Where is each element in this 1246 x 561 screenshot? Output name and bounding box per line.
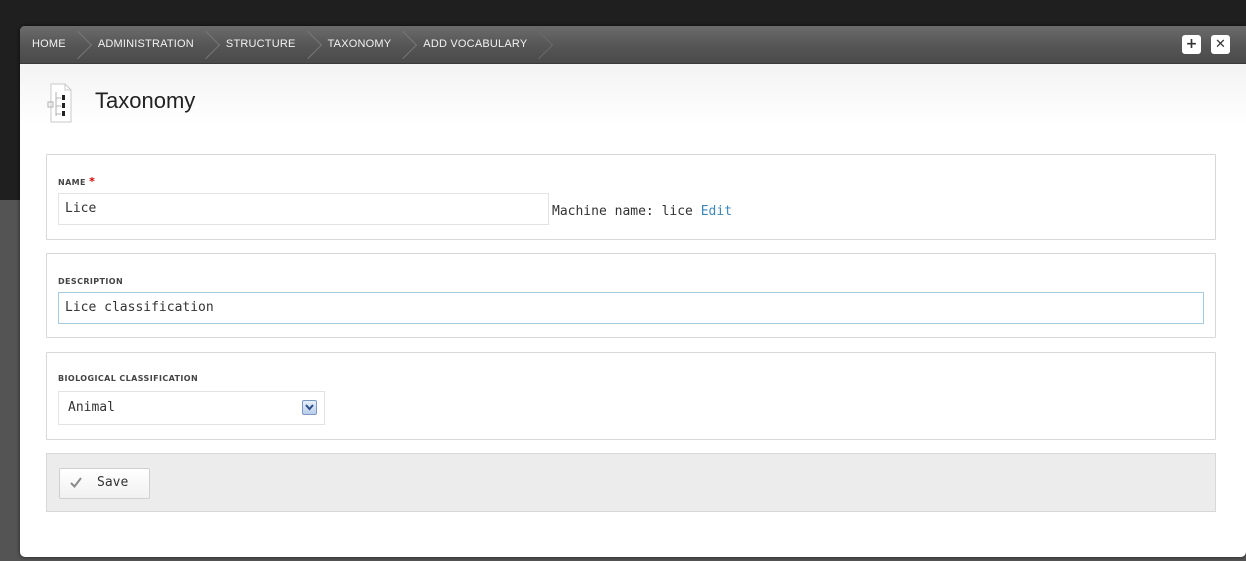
- description-field-value: Lice classification: [65, 300, 214, 315]
- machine-name: Machine name: lice Edit: [552, 204, 732, 219]
- breadcrumb-toolbar: HOME ADMINISTRATION STRUCTURE TAXONOMY A…: [20, 26, 1246, 64]
- machine-name-text: Machine name: lice: [552, 204, 693, 219]
- breadcrumb: HOME ADMINISTRATION STRUCTURE TAXONOMY A…: [20, 26, 547, 63]
- page-header: [20, 64, 1246, 124]
- classification-fieldset: BIOLOGICAL CLASSIFICATION Animal: [46, 352, 1216, 440]
- name-label-text: NAME: [58, 178, 86, 187]
- classification-label: BIOLOGICAL CLASSIFICATION: [58, 374, 199, 383]
- description-label: DESCRIPTION: [58, 277, 124, 286]
- overlay-dialog: HOME ADMINISTRATION STRUCTURE TAXONOMY A…: [20, 26, 1246, 557]
- description-fieldset: DESCRIPTION Lice classification: [46, 253, 1216, 338]
- taxonomy-tree-icon: [47, 83, 72, 123]
- name-field-value: Lice: [65, 201, 97, 216]
- checkmark-icon: [70, 477, 82, 488]
- close-icon[interactable]: ✕: [1211, 35, 1230, 54]
- breadcrumb-structure[interactable]: STRUCTURE: [214, 26, 316, 63]
- page-title: Taxonomy: [95, 88, 196, 113]
- name-label: NAME *: [58, 175, 95, 188]
- save-button[interactable]: Save: [59, 468, 150, 499]
- required-marker: *: [89, 175, 96, 188]
- breadcrumb-add-vocabulary[interactable]: ADD VOCABULARY: [411, 26, 547, 63]
- form-actions: Save: [46, 453, 1216, 512]
- breadcrumb-taxonomy[interactable]: TAXONOMY: [316, 26, 412, 63]
- plus-icon[interactable]: +: [1182, 35, 1201, 54]
- breadcrumb-administration[interactable]: ADMINISTRATION: [86, 26, 214, 63]
- name-fieldset: NAME * Lice Machine name: lice Edit: [46, 154, 1216, 240]
- chevron-down-icon[interactable]: [302, 400, 317, 415]
- name-field[interactable]: Lice: [58, 193, 549, 225]
- machine-name-edit-link[interactable]: Edit: [701, 204, 732, 219]
- description-field[interactable]: Lice classification: [58, 292, 1204, 324]
- classification-select[interactable]: Animal: [58, 391, 325, 425]
- save-button-label: Save: [97, 475, 129, 490]
- classification-selected-value: Animal: [68, 400, 115, 415]
- breadcrumb-home[interactable]: HOME: [20, 26, 86, 63]
